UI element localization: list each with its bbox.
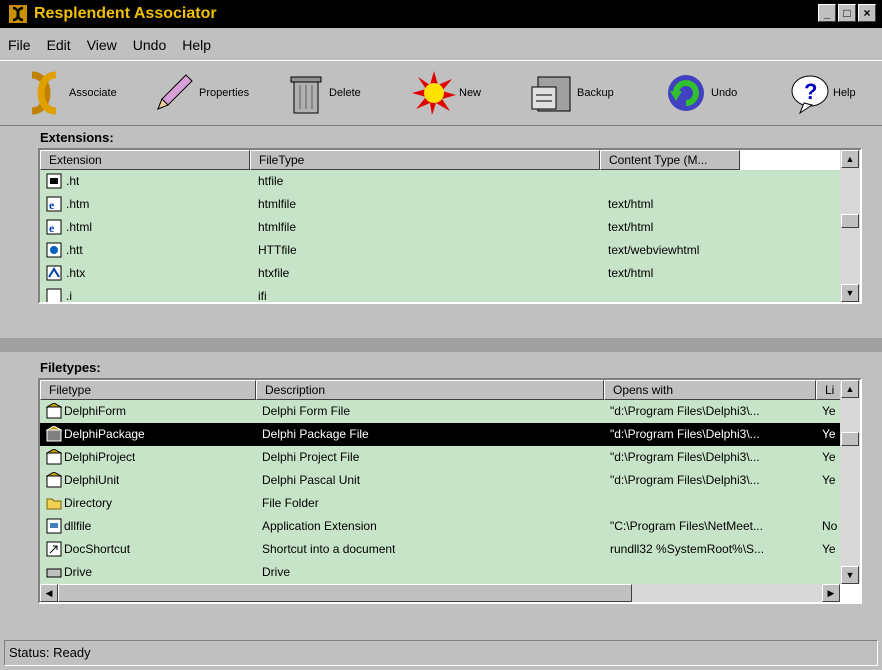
backup-icon	[531, 76, 571, 112]
help-button[interactable]: ? Help	[790, 71, 856, 115]
filetypes-vscrollbar[interactable]: ▲ ▼	[840, 380, 860, 584]
col-description[interactable]: Description	[256, 380, 604, 400]
undo-icon	[668, 75, 704, 111]
menu-edit[interactable]: Edit	[39, 34, 79, 56]
shortcut-icon	[46, 541, 62, 557]
toolbar: Associate Properties Delete New Backup U…	[0, 60, 882, 126]
col-content-type[interactable]: Content Type (M...	[600, 150, 740, 170]
col-opens-with[interactable]: Opens with	[604, 380, 816, 400]
drive-icon	[46, 568, 62, 578]
scroll-down-button[interactable]: ▼	[841, 566, 859, 584]
ie-document-icon: e	[46, 196, 62, 212]
table-row[interactable]: .ht htfile	[40, 170, 840, 193]
table-row[interactable]: e .html htmlfile text/html	[40, 216, 840, 239]
table-row[interactable]: DelphiProject Delphi Project File "d:\Pr…	[40, 446, 840, 469]
scroll-up-button[interactable]: ▲	[841, 380, 859, 398]
col-extension[interactable]: Extension	[40, 150, 250, 170]
pane-splitter[interactable]	[0, 338, 882, 352]
table-row[interactable]: DocShortcut Shortcut into a document run…	[40, 538, 840, 561]
title-bar: Resplendent Associator _ □ ×	[0, 0, 882, 28]
scroll-up-button[interactable]: ▲	[841, 150, 859, 168]
delete-button[interactable]: Delete	[286, 71, 361, 115]
maximize-button[interactable]: □	[838, 4, 856, 22]
new-button[interactable]: New	[412, 71, 481, 115]
window-title: Resplendent Associator	[34, 5, 217, 22]
table-row[interactable]: e .htm htmlfile text/html	[40, 193, 840, 216]
extensions-header: Extension FileType Content Type (M...	[40, 150, 740, 170]
filetypes-hscrollbar[interactable]: ◀ ▶	[40, 584, 840, 602]
table-row[interactable]: Directory File Folder	[40, 492, 840, 515]
app-icon	[8, 4, 28, 24]
scroll-right-button[interactable]: ▶	[822, 584, 840, 602]
table-row[interactable]: Drive Drive	[40, 561, 840, 584]
menu-file[interactable]: File	[0, 34, 39, 56]
sun-icon	[412, 71, 456, 115]
table-row[interactable]: .i ifi	[40, 285, 840, 302]
table-row[interactable]: dllfile Application Extension "C:\Progra…	[40, 515, 840, 538]
extensions-label: Extensions:	[40, 130, 114, 145]
menu-help[interactable]: Help	[174, 34, 219, 56]
table-row[interactable]: .htt HTTfile text/webviewhtml	[40, 239, 840, 262]
dll-icon	[46, 518, 62, 534]
extensions-vscrollbar[interactable]: ▲ ▼	[840, 150, 860, 302]
htx-icon	[46, 265, 62, 281]
filetypes-list[interactable]: Filetype Description Opens with Li Delph…	[38, 378, 862, 604]
delphi-file-icon	[46, 472, 62, 488]
menu-undo[interactable]: Undo	[125, 34, 174, 56]
extensions-list[interactable]: Extension FileType Content Type (M... .h…	[38, 148, 862, 304]
svg-text:?: ?	[804, 79, 817, 104]
minimize-button[interactable]: _	[818, 4, 836, 22]
menu-view[interactable]: View	[79, 34, 125, 56]
filetypes-header: Filetype Description Opens with Li	[40, 380, 844, 400]
scroll-left-button[interactable]: ◀	[40, 584, 58, 602]
menu-bar: File Edit View Undo Help	[0, 34, 219, 56]
properties-button[interactable]: Properties	[152, 71, 249, 115]
filetypes-rows: DelphiForm Delphi Form File "d:\Program …	[40, 400, 840, 584]
associate-icon	[31, 71, 57, 115]
ie-document-icon: e	[46, 219, 62, 235]
extensions-rows: .ht htfile e .htm htmlfile text/html e .…	[40, 170, 840, 302]
trash-icon	[290, 76, 322, 114]
folder-icon	[46, 498, 62, 510]
scroll-down-button[interactable]: ▼	[841, 284, 859, 302]
webview-icon	[46, 242, 62, 258]
undo-button[interactable]: Undo	[664, 71, 737, 115]
col-filetype[interactable]: FileType	[250, 150, 600, 170]
help-icon: ?	[791, 75, 829, 115]
delphi-package-icon	[46, 426, 62, 442]
associate-button[interactable]: Associate	[22, 71, 117, 115]
delphi-file-icon	[46, 403, 62, 419]
table-row[interactable]: .htx htxfile text/html	[40, 262, 840, 285]
table-row-selected[interactable]: DelphiPackage Delphi Package File "d:\Pr…	[40, 423, 840, 446]
file-icon	[46, 173, 62, 189]
backup-button[interactable]: Backup	[530, 71, 614, 115]
hscroll-thumb[interactable]	[58, 584, 632, 602]
svg-text:e: e	[49, 221, 55, 235]
file-icon	[46, 288, 62, 302]
delphi-file-icon	[46, 449, 62, 465]
svg-text:e: e	[49, 198, 55, 212]
close-button[interactable]: ×	[858, 4, 876, 22]
table-row[interactable]: DelphiUnit Delphi Pascal Unit "d:\Progra…	[40, 469, 840, 492]
scroll-thumb[interactable]	[841, 432, 859, 446]
filetypes-label: Filetypes:	[40, 360, 101, 375]
table-row[interactable]: DelphiForm Delphi Form File "d:\Program …	[40, 400, 840, 423]
scroll-thumb[interactable]	[841, 214, 859, 228]
pencil-icon	[157, 74, 193, 110]
col-filetype[interactable]: Filetype	[40, 380, 256, 400]
status-bar: Status: Ready	[4, 640, 878, 666]
